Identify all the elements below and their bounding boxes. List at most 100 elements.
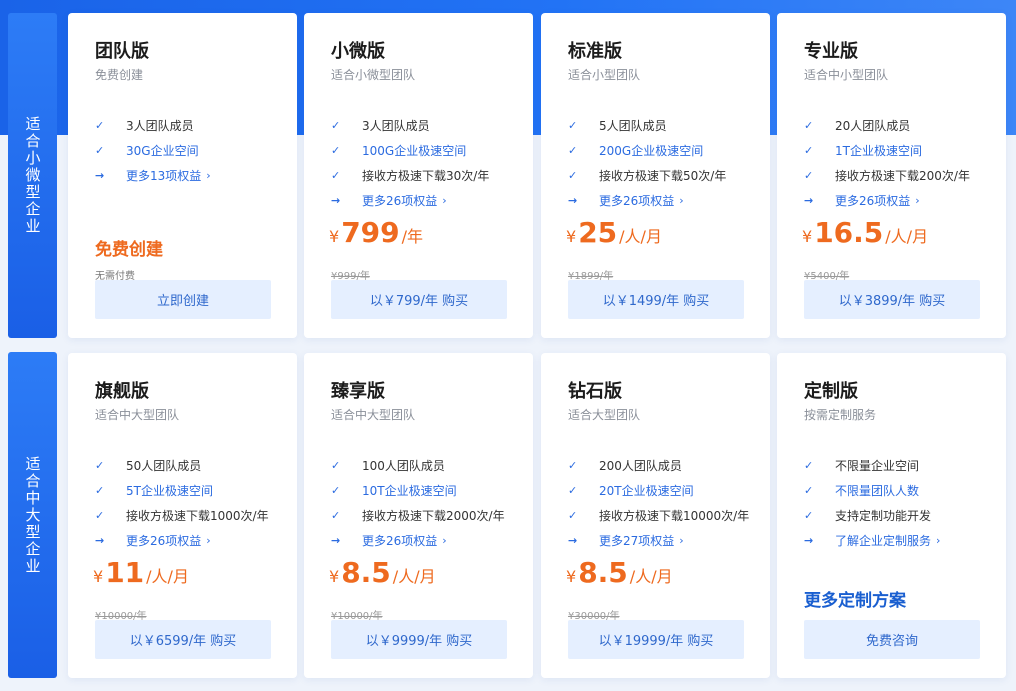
price-currency: ¥ (566, 227, 577, 246)
arrow-right-icon: → (95, 533, 105, 547)
feature-item: ✓ 3人团队成员 (95, 117, 194, 133)
buy-button[interactable]: 以￥3899/年 购买 (804, 280, 980, 319)
buy-button[interactable]: 以￥9999/年 购买 (331, 620, 507, 659)
feature-text: 接收方极速下载2000次/年 (362, 508, 505, 523)
check-icon: ✓ (804, 143, 814, 157)
check-icon: ✓ (95, 508, 105, 522)
chevron-right-icon: › (442, 193, 447, 207)
arrow-right-icon: → (331, 193, 341, 207)
plan-title: 定制版 (804, 381, 858, 402)
plan-card-micro: 小微版 适合小微型团队 ✓ 3人团队成员 ✓ 100G企业极速空间 ✓ 接收方极速下载… (304, 13, 533, 338)
more-benefits-link[interactable]: → 更多26项权益 › (331, 192, 447, 208)
check-icon: ✓ (95, 458, 105, 472)
buy-button[interactable]: 以￥19999/年 购买 (568, 620, 744, 659)
feature-text: 20人团队成员 (835, 118, 911, 133)
feature-text: 30G企业空间 (126, 143, 199, 158)
feature-text: 5T企业极速空间 (126, 483, 213, 498)
price: ¥8.5/人/月 (329, 556, 436, 589)
feature-text: 不限量团队人数 (835, 483, 920, 498)
check-icon: ✓ (331, 143, 341, 157)
feature-text: 更多26项权益 (126, 533, 202, 548)
check-icon: ✓ (804, 483, 814, 497)
check-icon: ✓ (331, 458, 341, 472)
feature-text: 200G企业极速空间 (599, 143, 704, 158)
band-label: 适合中大型企业 (23, 455, 42, 575)
more-benefits-link[interactable]: → 更多13项权益 › (95, 167, 211, 183)
price: ¥11/人/月 (93, 556, 189, 589)
arrow-right-icon: → (568, 193, 578, 207)
check-icon: ✓ (331, 483, 341, 497)
feature-text: 1T企业极速空间 (835, 143, 922, 158)
feature-item: ✓ 20T企业极速空间 (568, 482, 694, 498)
price-unit: /人/月 (629, 567, 673, 586)
check-icon: ✓ (568, 458, 578, 472)
feature-item: ✓ 接收方极速下载200次/年 (804, 167, 970, 183)
create-button[interactable]: 立即创建 (95, 280, 271, 319)
price-currency: ¥ (566, 567, 577, 586)
feature-item: ✓ 接收方极速下载30次/年 (331, 167, 489, 183)
more-benefits-link[interactable]: → 更多26项权益 › (568, 192, 684, 208)
price-currency: ¥ (93, 567, 104, 586)
price: ¥799/年 (329, 216, 423, 249)
consult-button[interactable]: 免费咨询 (804, 620, 980, 659)
feature-item: ✓ 不限量企业空间 (804, 457, 919, 473)
feature-item: ✓ 1T企业极速空间 (804, 142, 922, 158)
chevron-right-icon: › (679, 193, 684, 207)
check-icon: ✓ (568, 143, 578, 157)
feature-text: 200人团队成员 (599, 458, 682, 473)
feature-text: 20T企业极速空间 (599, 483, 694, 498)
feature-item: ✓ 100G企业极速空间 (331, 142, 466, 158)
price-currency: ¥ (802, 227, 813, 246)
plan-subtitle: 免费创建 (95, 68, 144, 82)
price-amount: 8.5 (341, 556, 391, 589)
buy-button[interactable]: 以￥1499/年 购买 (568, 280, 744, 319)
check-icon: ✓ (331, 168, 341, 182)
plan-card-premium: 臻享版 适合中大型团队 ✓ 100人团队成员 ✓ 10T企业极速空间 ✓ 接收方极速下… (304, 353, 533, 678)
feature-item: ✓ 30G企业空间 (95, 142, 199, 158)
feature-text: 更多27项权益 (599, 533, 675, 548)
plan-subtitle: 适合小微型团队 (331, 68, 416, 82)
price-unit: /人/月 (885, 227, 929, 246)
check-icon: ✓ (95, 483, 105, 497)
price-amount: 799 (341, 216, 400, 249)
plan-title: 小微版 (331, 41, 385, 62)
arrow-right-icon: → (804, 193, 814, 207)
more-benefits-link[interactable]: → 更多26项权益 › (331, 532, 447, 548)
feature-item: ✓ 5T企业极速空间 (95, 482, 213, 498)
arrow-right-icon: → (568, 533, 578, 547)
plan-title: 旗舰版 (95, 381, 149, 402)
feature-item: ✓ 20人团队成员 (804, 117, 910, 133)
feature-text: 接收方极速下载10000次/年 (599, 508, 750, 523)
band-small-business: 适合小微型企业 (8, 13, 57, 338)
plan-card-flagship: 旗舰版 适合中大型团队 ✓ 50人团队成员 ✓ 5T企业极速空间 ✓ 接收方极速下载1… (68, 353, 297, 678)
buy-button[interactable]: 以￥6599/年 购买 (95, 620, 271, 659)
price-unit: /人/月 (619, 227, 662, 246)
feature-text: 100G企业极速空间 (362, 143, 467, 158)
plan-title: 团队版 (95, 41, 149, 62)
plan-title: 臻享版 (331, 381, 385, 402)
check-icon: ✓ (568, 118, 578, 132)
check-icon: ✓ (804, 118, 814, 132)
more-benefits-link[interactable]: → 更多26项权益 › (804, 192, 920, 208)
check-icon: ✓ (804, 458, 814, 472)
check-icon: ✓ (568, 508, 578, 522)
plan-subtitle: 适合中大型团队 (331, 408, 416, 422)
feature-text: 更多26项权益 (599, 193, 675, 208)
price-currency: ¥ (329, 567, 340, 586)
feature-item: ✓ 接收方极速下载10000次/年 (568, 507, 749, 523)
feature-item: ✓ 接收方极速下载1000次/年 (95, 507, 269, 523)
feature-item: ✓ 100人团队成员 (331, 457, 445, 473)
feature-text: 100人团队成员 (362, 458, 445, 473)
more-benefits-link[interactable]: → 更多27项权益 › (568, 532, 684, 548)
chevron-right-icon: › (679, 533, 684, 547)
plan-title: 标准版 (568, 41, 622, 62)
arrow-right-icon: → (804, 533, 814, 547)
plan-card-standard: 标准版 适合小型团队 ✓ 5人团队成员 ✓ 200G企业极速空间 ✓ 接收方极速下载5… (541, 13, 770, 338)
more-benefits-link[interactable]: → 更多26项权益 › (95, 532, 211, 548)
feature-text: 10T企业极速空间 (362, 483, 457, 498)
band-label: 适合小微型企业 (23, 116, 42, 235)
price-amount: 16.5 (814, 216, 884, 249)
custom-service-link[interactable]: → 了解企业定制服务 › (804, 532, 940, 548)
buy-button[interactable]: 以￥799/年 购买 (331, 280, 507, 319)
free-title: 免费创建 (95, 240, 163, 260)
